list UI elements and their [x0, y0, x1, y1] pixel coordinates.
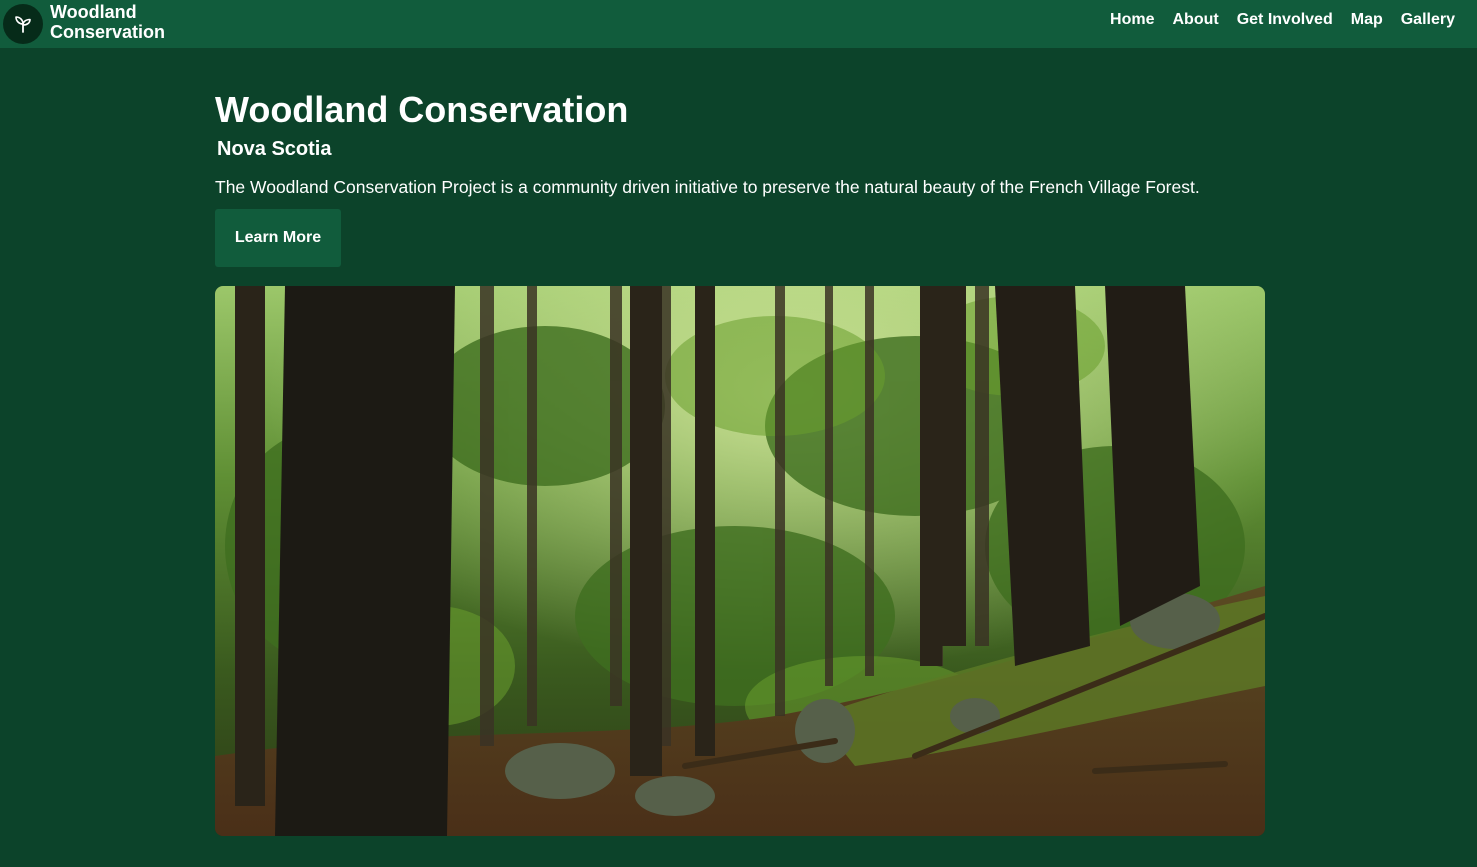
nav-link-gallery[interactable]: Gallery: [1401, 11, 1455, 29]
nav-link-home[interactable]: Home: [1110, 11, 1154, 29]
brand-name: Woodland Conservation: [50, 2, 175, 42]
main-nav: Home About Get Involved Map Gallery: [1092, 0, 1455, 40]
top-navigation-bar: Woodland Conservation Home About Get Inv…: [0, 0, 1477, 48]
learn-more-button[interactable]: Learn More: [215, 209, 341, 267]
seedling-icon: [3, 4, 43, 44]
nav-link-about[interactable]: About: [1173, 11, 1219, 29]
forest-hero-image: [215, 286, 1265, 836]
brand-name-line1: Woodland: [50, 1, 137, 22]
brand[interactable]: Woodland Conservation: [3, 0, 175, 48]
nav-link-map[interactable]: Map: [1351, 11, 1383, 29]
page-subtitle: Nova Scotia: [217, 138, 332, 160]
hero-section: Woodland Conservation Nova Scotia The Wo…: [215, 48, 1265, 267]
brand-name-line2: Conservation: [50, 21, 166, 42]
page-title: Woodland Conservation: [215, 89, 629, 130]
nav-link-get-involved[interactable]: Get Involved: [1237, 11, 1333, 29]
hero-description: The Woodland Conservation Project is a c…: [215, 177, 1200, 197]
